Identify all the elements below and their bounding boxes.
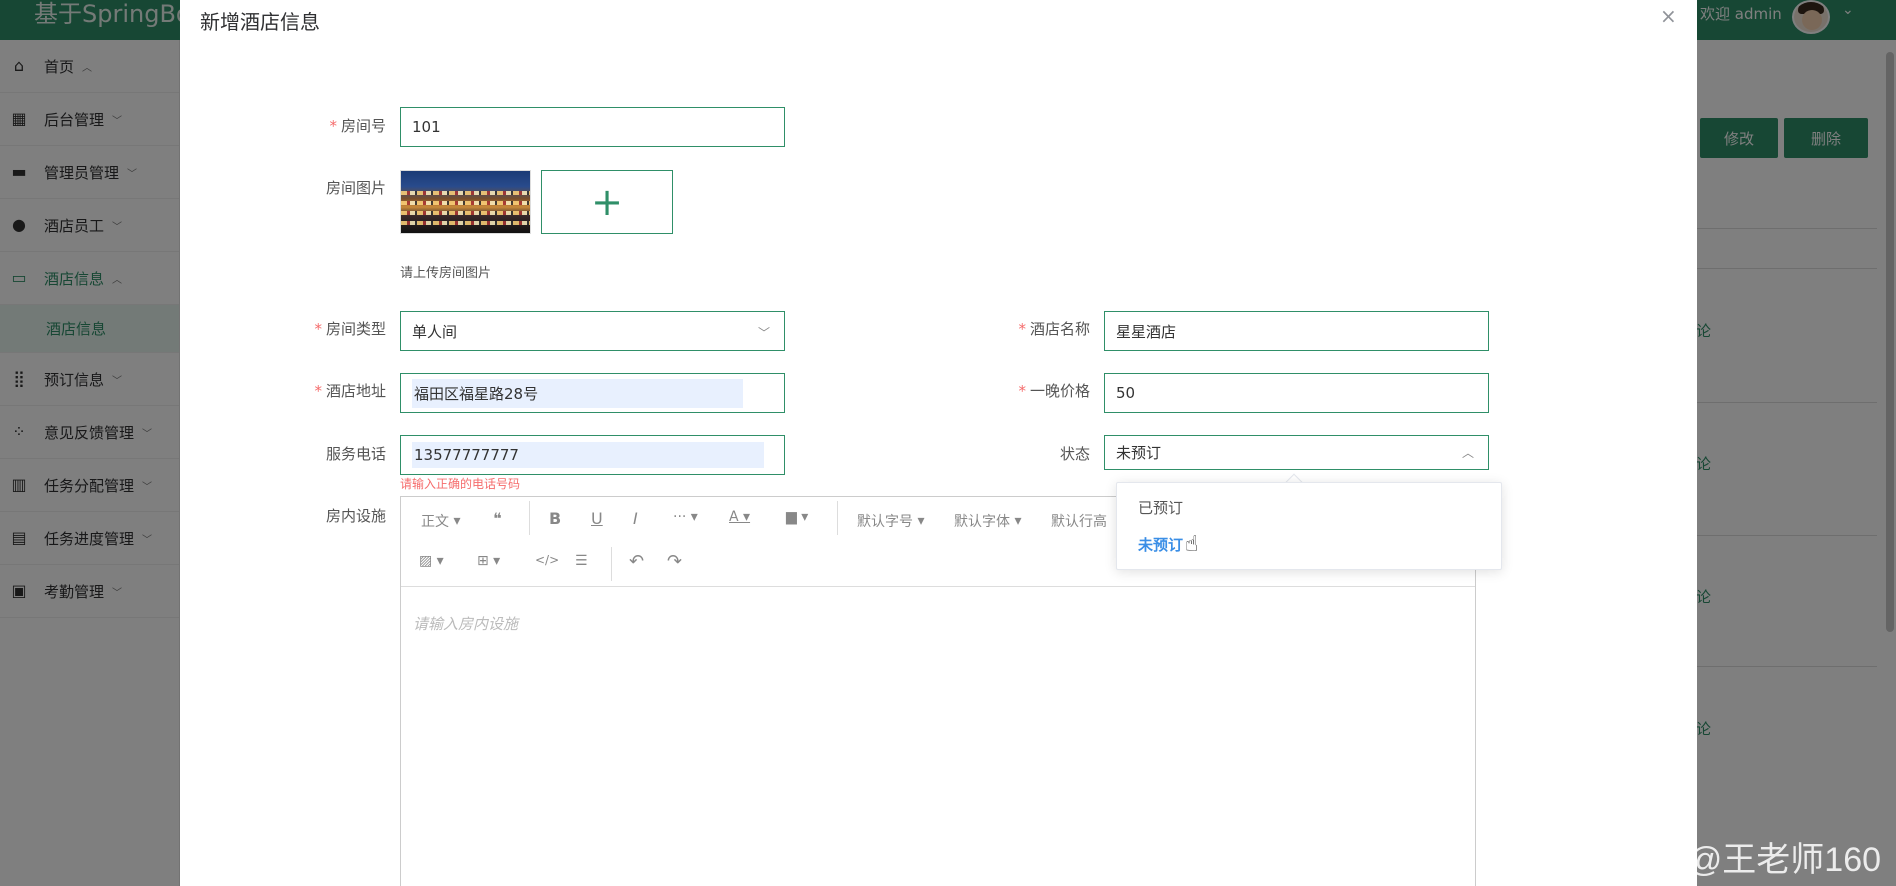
font-size-dropdown[interactable]: 默认字号 ▾ (857, 511, 924, 531)
quote-icon[interactable]: ❝ (493, 509, 502, 528)
status-label: 状态 (1059, 445, 1090, 463)
room-no-input[interactable]: 101 (400, 107, 785, 147)
table-icon[interactable]: ⊞ ▾ (477, 553, 500, 569)
chevron-down-icon: ﹀ (757, 326, 770, 340)
close-icon[interactable]: × (1660, 4, 1677, 28)
facilities-placeholder: 请输入房内设施 (413, 615, 519, 633)
service-phone-input[interactable]: 13577777777 (400, 435, 785, 475)
italic-icon[interactable]: I (633, 509, 638, 528)
paragraph-dropdown[interactable]: 正文 ▾ (421, 511, 460, 531)
font-family-dropdown[interactable]: 默认字体 ▾ (954, 511, 1021, 531)
status-dropdown: 已预订 未预订 (1116, 482, 1502, 570)
night-price-input[interactable]: 50 (1104, 373, 1489, 413)
watermark: CSDN @王老师160 (1582, 841, 1882, 879)
font-color-icon[interactable]: A ▾ (729, 509, 750, 525)
night-price-label: * 一晚价格 (1018, 382, 1090, 400)
room-type-label: * 房间类型 (314, 320, 386, 338)
line-height-dropdown[interactable]: 默认行高 (1051, 511, 1107, 531)
code-icon[interactable]: </> (535, 553, 559, 567)
redo-icon[interactable]: ↷ (667, 551, 682, 572)
more-icon[interactable]: ··· ▾ (673, 509, 698, 525)
hotel-name-label: * 酒店名称 (1018, 320, 1090, 338)
room-image-label: 房间图片 (325, 179, 386, 197)
underline-icon[interactable]: U (591, 509, 603, 528)
hotel-address-input[interactable]: 福田区福星路28号 (400, 373, 785, 413)
status-select[interactable]: 未预订 ︿ (1104, 435, 1489, 470)
phone-error-message: 请输入正确的电话号码 (400, 477, 521, 491)
undo-icon[interactable]: ↶ (629, 551, 644, 572)
hotel-name-input[interactable]: 星星酒店 (1104, 311, 1489, 351)
chevron-up-icon: ︿ (1461, 446, 1474, 460)
room-no-label: * 房间号 (329, 117, 386, 135)
upload-hint: 请上传房间图片 (400, 266, 492, 281)
facilities-label: 房内设施 (325, 507, 386, 525)
hotel-address-label: * 酒店地址 (314, 382, 386, 400)
background-color-icon[interactable]: ▆ ▾ (786, 509, 808, 525)
hand-cursor-icon: ☝ (1185, 532, 1199, 557)
upload-plus-icon[interactable]: + (541, 170, 673, 234)
add-hotel-dialog: 新增酒店信息 × * 房间号 101 房间图片 + 请上传房间图片 * 房间类型 单… (180, 0, 1697, 886)
bold-icon[interactable]: B (549, 509, 561, 528)
room-type-select[interactable]: 单人间 ﹀ (400, 311, 785, 351)
image-icon[interactable]: ▨ ▾ (419, 553, 444, 569)
room-image-thumbnail[interactable] (400, 170, 531, 234)
dialog-title: 新增酒店信息 (200, 10, 320, 34)
status-option-not-booked[interactable]: 未预订 (1138, 534, 1183, 555)
status-option-booked[interactable]: 已预订 (1138, 497, 1183, 518)
divider-icon[interactable]: ☰ (575, 553, 588, 569)
service-phone-label: 服务电话 (325, 445, 386, 463)
